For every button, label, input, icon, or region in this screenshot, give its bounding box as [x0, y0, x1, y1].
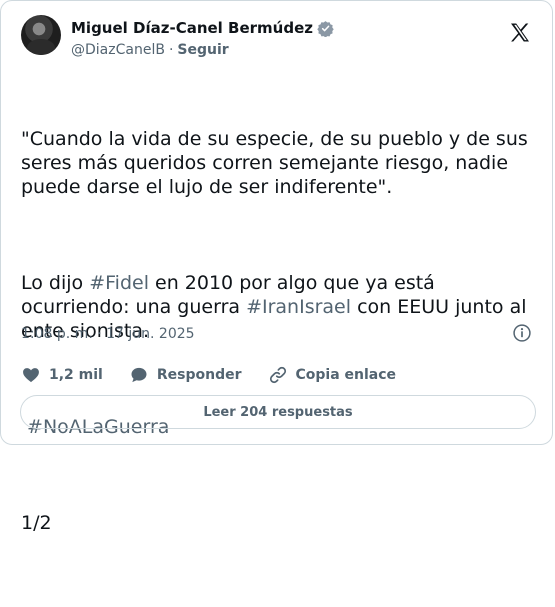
hashtag-link[interactable]: #IranIsrael — [246, 296, 351, 318]
text-segment: Lo dijo — [21, 272, 90, 294]
tweet-text: "Cuando la vida de su especie, de su pue… — [21, 79, 541, 607]
read-replies-label: Leer 204 respuestas — [203, 404, 353, 420]
info-icon[interactable] — [512, 323, 532, 343]
tweet-quote: "Cuando la vida de su especie, de su pue… — [21, 128, 534, 198]
avatar[interactable] — [21, 15, 61, 55]
x-logo-icon[interactable] — [508, 21, 532, 45]
reply-label: Responder — [156, 367, 242, 383]
handle-row: @DiazCanelB · Seguir — [71, 42, 229, 58]
speech-bubble-icon — [131, 367, 147, 383]
separator-dot: · — [168, 42, 174, 58]
tweet-header: Miguel Díaz-Canel Bermúdez @DiazCanelB ·… — [21, 15, 536, 63]
like-count: 1,2 mil — [49, 367, 103, 383]
verified-badge-icon — [317, 20, 334, 37]
author-name[interactable]: Miguel Díaz-Canel Bermúdez — [71, 19, 313, 37]
copy-link-button[interactable]: Copia enlace — [268, 365, 397, 385]
copy-link-label: Copia enlace — [295, 367, 397, 383]
thread-counter: 1/2 — [21, 512, 52, 534]
reply-button[interactable]: Responder — [129, 365, 242, 385]
link-icon — [269, 366, 286, 384]
hashtag-link[interactable]: #Fidel — [89, 272, 149, 294]
heart-icon — [23, 368, 39, 383]
author-handle[interactable]: @DiazCanelB — [71, 42, 165, 58]
author-name-row: Miguel Díaz-Canel Bermúdez — [71, 19, 334, 37]
like-button[interactable]: 1,2 mil — [21, 365, 103, 385]
read-replies-button[interactable]: Leer 204 respuestas — [20, 395, 536, 429]
timestamp[interactable]: 1:08 p. m. · 17 jun. 2025 — [21, 326, 195, 342]
follow-button[interactable]: Seguir — [177, 42, 228, 58]
action-bar: 1,2 mil Responder Copia enlace — [21, 365, 422, 385]
tweet-card: Miguel Díaz-Canel Bermúdez @DiazCanelB ·… — [0, 0, 553, 534]
